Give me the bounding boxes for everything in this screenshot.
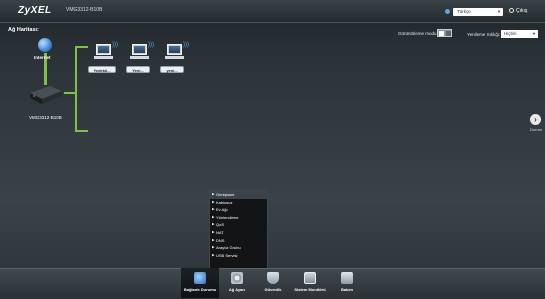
shield-icon xyxy=(267,272,279,284)
menu-triangle-icon: ▶ xyxy=(212,245,215,250)
monitor-screen xyxy=(132,44,147,55)
keyboard-base xyxy=(94,56,113,59)
menu-triangle-icon: ▶ xyxy=(212,222,215,227)
device-label[interactable]: Yedekli... xyxy=(88,66,116,73)
exit-button[interactable]: Çıkış xyxy=(509,8,527,14)
view-mode-toggle[interactable] xyxy=(437,29,452,37)
wifi-icon: ))) xyxy=(112,42,118,48)
monitor-screen xyxy=(167,44,182,55)
device-label[interactable]: Yeni... xyxy=(126,66,150,73)
menu-item-label: DNS xyxy=(216,237,225,243)
wifi-icon: ))) xyxy=(183,42,189,48)
maintenance-icon xyxy=(341,272,353,284)
nav-label: Bakım xyxy=(340,287,353,292)
side-nav-label: Durum xyxy=(530,127,543,132)
menu-item-qos[interactable]: ▶ QoS xyxy=(210,221,267,229)
menu-triangle-icon: ▶ xyxy=(212,192,215,196)
view-mode-icon-a xyxy=(439,31,444,36)
menu-item-label: Arayüz Grubu xyxy=(216,245,241,251)
keyboard-base xyxy=(130,56,149,59)
language-select[interactable]: Türkçe ▼ xyxy=(453,8,503,16)
device-computer-icon[interactable]: ))) xyxy=(93,42,118,66)
menu-triangle-icon: ▶ xyxy=(212,214,215,219)
language-value: Türkçe xyxy=(457,9,471,14)
page-title: Ağ Haritası: xyxy=(8,27,39,33)
gear-icon xyxy=(231,272,243,284)
chevron-down-icon: ▼ xyxy=(532,31,536,36)
menu-item-home-network[interactable]: ▶ Ev Ağı xyxy=(210,206,267,214)
nav-label: Bağlantı Durumu xyxy=(183,287,217,292)
top-bar: ZyXEL VMG3312-B10B Türkçe ▼ Çıkış xyxy=(0,0,545,23)
menu-item-interface-group[interactable]: ▶ Arayüz Grubu xyxy=(210,244,267,252)
zyxel-logo: ZyXEL xyxy=(18,5,52,16)
router-icon[interactable] xyxy=(28,83,64,105)
chevron-down-icon: ▼ xyxy=(497,9,501,14)
keyboard-base xyxy=(165,56,184,59)
menu-item-dns[interactable]: ▶ DNS xyxy=(210,237,267,245)
lan-top-stub xyxy=(75,46,88,48)
nav-connection-status[interactable]: Ağ Ayarı xyxy=(222,268,252,298)
nav-label: Sistem Monitörü xyxy=(294,287,326,292)
menu-item-label: NAT xyxy=(216,229,224,235)
internet-label: Internet xyxy=(34,55,51,60)
menu-item-label: Genişbant xyxy=(216,192,235,197)
monitor-icon xyxy=(304,272,316,284)
lan-bottom-stub xyxy=(75,130,88,132)
menu-item-label: Ev Ağı xyxy=(216,207,228,213)
wifi-icon: ))) xyxy=(148,42,154,48)
menu-triangle-icon: ▶ xyxy=(212,199,215,204)
nav-network-setting[interactable]: Bağlantı Durumu xyxy=(181,268,219,298)
menu-item-nat[interactable]: ▶ NAT xyxy=(210,229,267,237)
device-computer-icon[interactable]: ))) xyxy=(164,42,189,66)
refresh-select[interactable]: Hiçbiri ▼ xyxy=(501,30,538,38)
network-setting-menu: ▶ Genişbant ▶ Kablosuz ▶ Ev Ağı ▶ Yönlendirm… xyxy=(209,190,268,269)
nav-security[interactable]: Güvenlik xyxy=(258,268,288,298)
language-globe-icon xyxy=(445,9,450,14)
monitor-screen xyxy=(96,44,111,55)
internet-globe-icon[interactable] xyxy=(38,38,52,52)
device-label[interactable]: yeni... xyxy=(160,66,184,73)
menu-item-label: USB Servisi xyxy=(216,252,238,258)
menu-item-wireless[interactable]: ▶ Kablosuz xyxy=(210,199,267,207)
device-computer-icon[interactable]: ))) xyxy=(129,42,154,66)
lan-bus-line xyxy=(75,46,77,132)
menu-item-routing[interactable]: ▶ Yönlendirme xyxy=(210,214,267,222)
view-mode-label: Görüntüleme modu : xyxy=(398,31,440,36)
view-mode-icon-b xyxy=(446,31,451,36)
nav-label: Ağ Ayarı xyxy=(228,287,246,292)
nav-maintenance[interactable]: Bakım xyxy=(333,268,361,298)
nav-system-monitor[interactable]: Sistem Monitörü xyxy=(292,268,328,298)
refresh-value: Hiçbiri xyxy=(504,31,517,36)
menu-triangle-icon: ▶ xyxy=(212,207,215,212)
menu-item-label: Yönlendirme xyxy=(216,214,239,220)
refresh-label: Yenileme Sıklığı: xyxy=(467,32,501,37)
nav-label: Güvenlik xyxy=(264,287,282,292)
menu-item-broadband[interactable]: ▶ Genişbant xyxy=(210,191,267,199)
router-label: VMG3312-B10B xyxy=(29,115,62,120)
power-icon xyxy=(509,8,514,14)
menu-item-usb-service[interactable]: ▶ USB Servisi xyxy=(210,252,267,260)
network-setting-icon xyxy=(194,272,206,284)
menu-triangle-icon: ▶ xyxy=(212,237,215,242)
menu-triangle-icon: ▶ xyxy=(212,252,215,257)
menu-triangle-icon: ▶ xyxy=(212,229,215,234)
menu-item-label: QoS xyxy=(216,222,225,228)
menu-item-label: Kablosuz xyxy=(216,199,233,205)
chevron-right-icon[interactable]: › xyxy=(530,114,541,125)
exit-label: Çıkış xyxy=(516,8,528,14)
model-name: VMG3312-B10B xyxy=(66,7,103,13)
